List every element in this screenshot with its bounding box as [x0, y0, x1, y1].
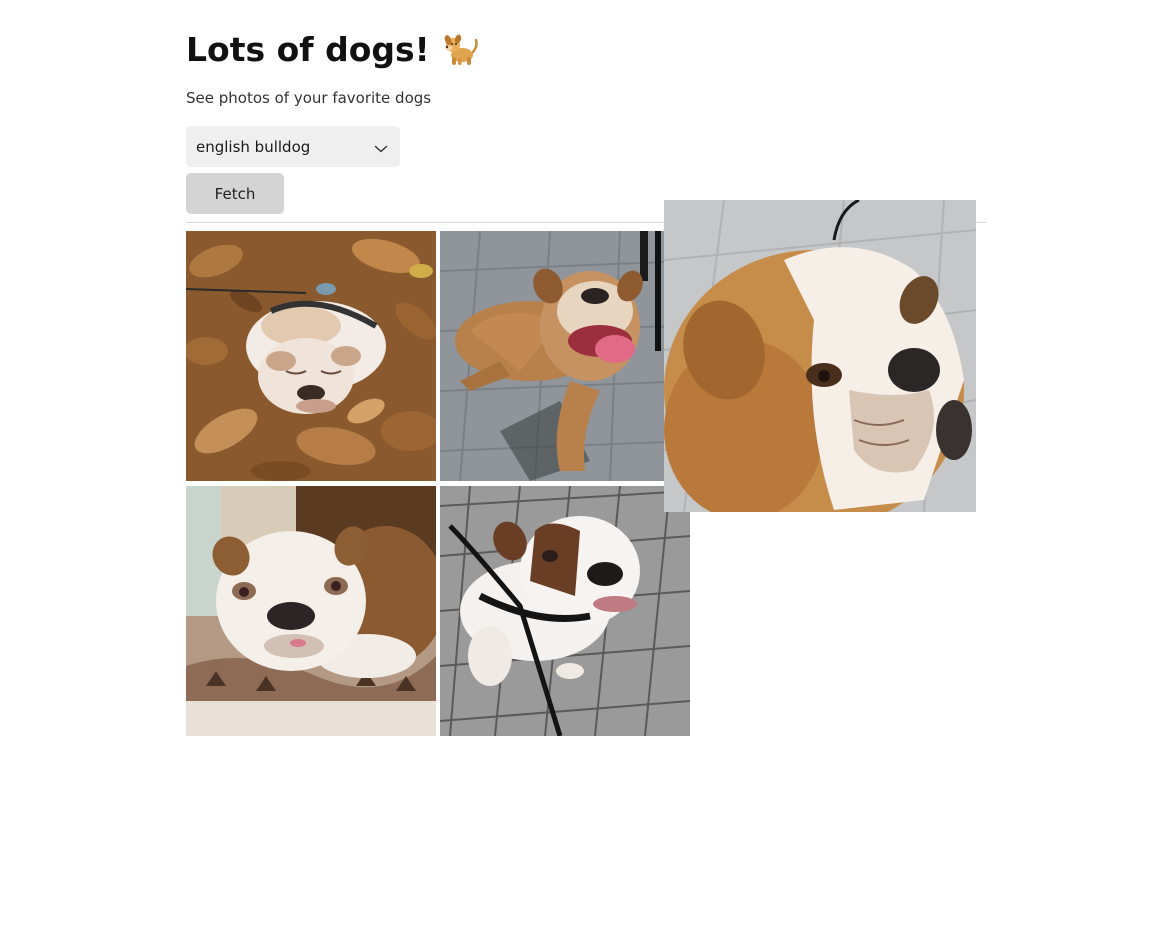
page: Lots of dogs! See photos of your favorit… — [0, 0, 1174, 927]
fetch-button[interactable]: Fetch — [186, 173, 284, 214]
dog-photo-enlarged[interactable] — [664, 200, 976, 512]
chevron-down-icon — [374, 140, 388, 153]
dog-photo-2[interactable] — [440, 231, 690, 481]
page-title-text: Lots of dogs! — [186, 30, 430, 69]
breed-select[interactable]: english bulldog — [186, 126, 400, 167]
dog-photo-4[interactable] — [440, 486, 690, 736]
dog-photo-1[interactable] — [186, 231, 436, 481]
dog-emoji-icon — [440, 28, 480, 68]
page-subtitle: See photos of your favorite dogs — [186, 89, 432, 107]
page-title: Lots of dogs! — [186, 28, 480, 72]
dog-photo-3[interactable] — [186, 486, 436, 736]
breed-select-value: english bulldog — [196, 138, 311, 156]
